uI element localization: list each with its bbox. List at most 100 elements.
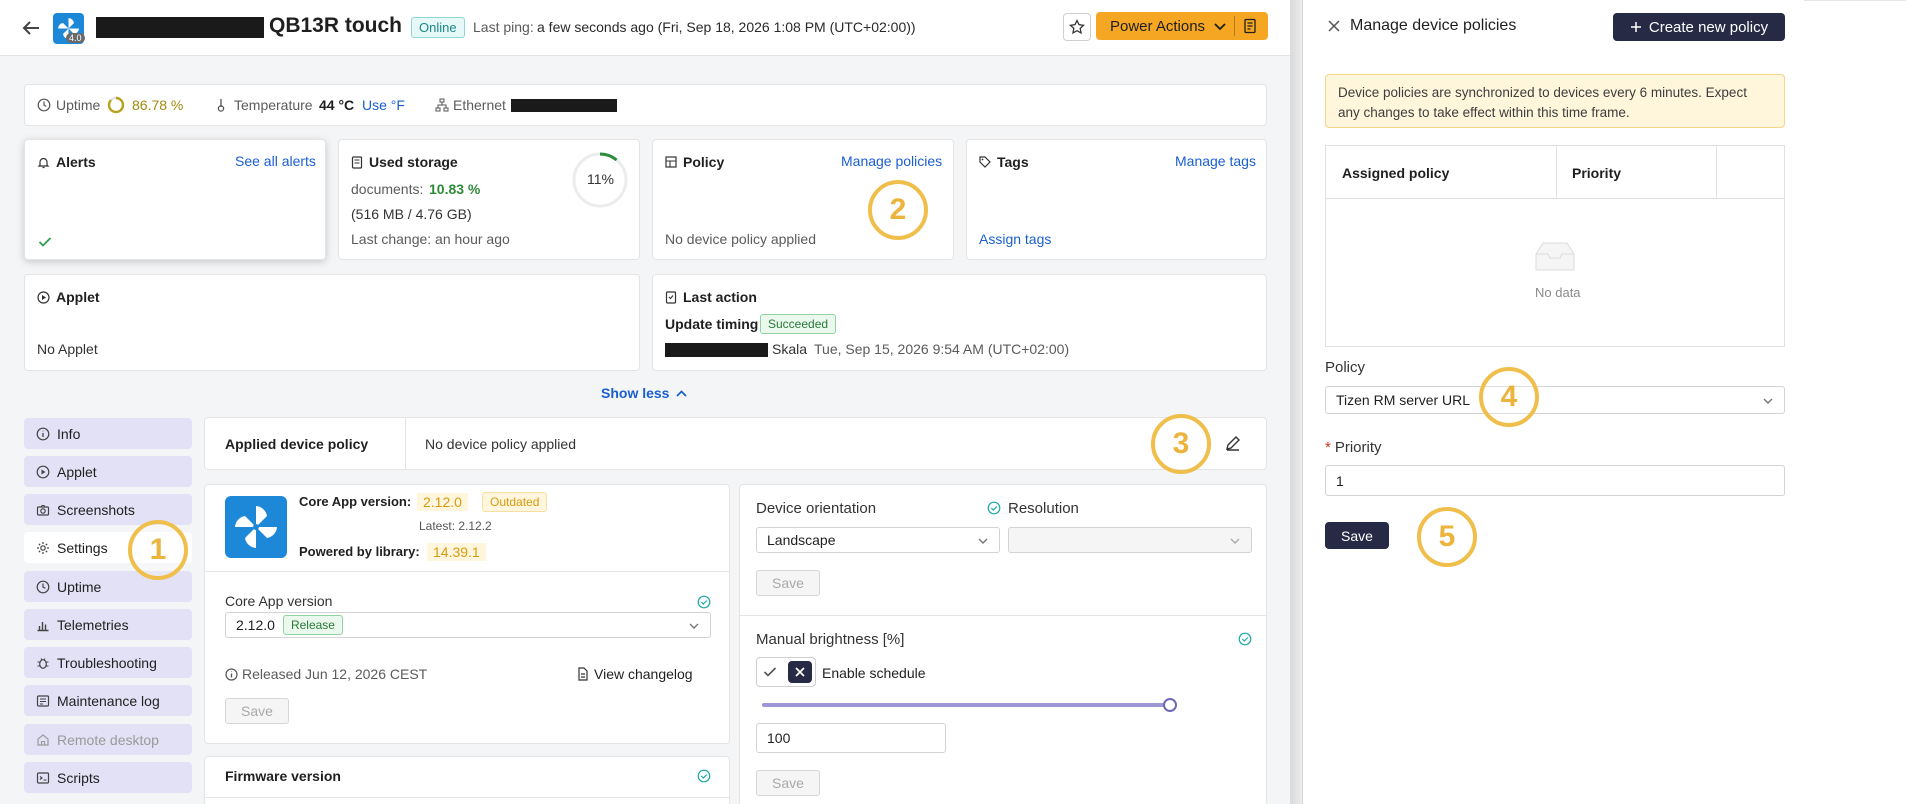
- camera-icon: [36, 503, 50, 517]
- back-arrow-icon[interactable]: [20, 17, 42, 39]
- app-root: 4.0 QB13R touch Online Last ping: a few …: [0, 0, 1906, 804]
- redacted-device-prefix: [96, 17, 264, 38]
- sidebar-item-troubleshooting[interactable]: Troubleshooting: [24, 647, 192, 678]
- sidebar-item-info[interactable]: Info: [24, 418, 192, 449]
- redacted-user: [665, 343, 768, 357]
- last-action-name: Update timing: [665, 316, 759, 332]
- schedule-toggle[interactable]: [756, 657, 816, 687]
- applet-card: Applet No Applet: [24, 274, 640, 371]
- temperature-label: Temperature: [234, 97, 313, 113]
- sidebar-item-applet[interactable]: Applet: [24, 456, 192, 487]
- panel-title: Manage device policies: [1350, 17, 1517, 34]
- bar-chart-icon: [36, 618, 50, 632]
- device-header: 4.0 QB13R touch Online Last ping: a few …: [0, 0, 1290, 56]
- sidebar-item-maintenance-log[interactable]: Maintenance log: [24, 685, 192, 716]
- temperature-value: 44 °C: [319, 97, 355, 113]
- favorite-button[interactable]: [1063, 13, 1091, 41]
- tag-icon: [979, 156, 991, 168]
- clock-icon: [36, 580, 50, 594]
- core-app-card: Core App version: 2.12.0 Outdated Latest…: [204, 484, 730, 744]
- script-icon: [36, 771, 50, 785]
- policy-none-text: No device policy applied: [665, 231, 816, 247]
- resolution-select[interactable]: [1008, 527, 1252, 553]
- create-new-policy-label: Create new policy: [1648, 18, 1769, 36]
- create-new-policy-button[interactable]: Create new policy: [1613, 13, 1785, 41]
- panel-overlay-shadow: [1290, 0, 1302, 804]
- applied-policy-row: Applied device policy No device policy a…: [204, 417, 1267, 470]
- use-fahrenheit-link[interactable]: Use °F: [362, 97, 405, 113]
- check-icon: [763, 667, 777, 677]
- orientation-select[interactable]: Landscape: [756, 527, 1000, 553]
- core-app-version-value: 2.12.0: [417, 493, 468, 511]
- brightness-slider-track[interactable]: [762, 698, 1177, 712]
- show-less-toggle[interactable]: Show less: [601, 385, 688, 401]
- brightness-slider-handle[interactable]: [1163, 698, 1177, 712]
- table-header: Assigned policy Priority: [1326, 146, 1784, 199]
- orientation-label: Device orientation: [756, 500, 877, 517]
- core-app-logo: [225, 496, 287, 558]
- uptime-label: Uptime: [56, 97, 101, 113]
- sidebar-item-remote-desktop[interactable]: Remote desktop: [24, 724, 192, 755]
- divider: [205, 797, 729, 798]
- priority-input[interactable]: 1: [1325, 465, 1785, 496]
- star-icon: [1069, 19, 1085, 35]
- brightness-slider-fill: [762, 703, 1170, 707]
- succeeded-badge: Succeeded: [760, 314, 837, 334]
- check-icon: [38, 237, 52, 247]
- close-icon[interactable]: [1327, 19, 1341, 33]
- assign-tags-link[interactable]: Assign tags: [979, 231, 1051, 247]
- last-ping-label: Last ping:: [473, 19, 534, 35]
- priority-value: 1: [1336, 472, 1344, 489]
- power-actions-button[interactable]: Power Actions: [1096, 12, 1268, 40]
- empty-inbox-icon: [1535, 242, 1575, 271]
- core-app-version-select[interactable]: 2.12.0 Release: [225, 612, 711, 638]
- chevron-up-icon: [676, 389, 688, 397]
- view-changelog-label: View changelog: [594, 666, 693, 682]
- annotation-badge-5: 5: [1417, 507, 1477, 567]
- column-priority: Priority: [1572, 165, 1622, 181]
- priority-field-label: Priority: [1334, 439, 1382, 456]
- clock-icon: [37, 98, 51, 112]
- panel-save-button[interactable]: Save: [1325, 522, 1389, 549]
- display-settings-card: Device orientation Resolution Landscape …: [739, 484, 1267, 804]
- device-info-bar: Uptime 86.78 % Temperature 44 °C Use °F …: [24, 84, 1267, 126]
- close-icon: [788, 661, 812, 683]
- sync-notice: Device policies are synchronized to devi…: [1325, 74, 1785, 128]
- bell-icon: [37, 157, 50, 168]
- policy-field-label: Policy: [1325, 359, 1366, 376]
- chevron-down-icon: [1230, 538, 1240, 544]
- no-applet-text: No Applet: [37, 341, 98, 357]
- edit-pencil-icon[interactable]: [1224, 434, 1242, 452]
- see-all-alerts-link[interactable]: See all alerts: [235, 153, 316, 169]
- sidebar-item-label: Screenshots: [57, 501, 135, 518]
- thermometer-icon: [217, 99, 225, 112]
- empty-state-text: No data: [1535, 285, 1581, 300]
- play-circle-icon: [36, 465, 50, 479]
- resolution-label: Resolution: [1008, 500, 1079, 517]
- chevron-down-icon: [1763, 398, 1773, 404]
- assigned-policies-table: Assigned policy Priority No data: [1325, 145, 1785, 347]
- redacted-ip: [511, 99, 617, 112]
- manage-policies-link[interactable]: Manage policies: [841, 153, 942, 169]
- firmware-card: Firmware version: [204, 756, 730, 804]
- priority-field-label-wrap: * Priority: [1325, 439, 1382, 456]
- orientation-save-button[interactable]: Save: [756, 570, 820, 596]
- policy-icon: [665, 156, 677, 168]
- sidebar-item-label: Troubleshooting: [57, 654, 157, 671]
- manage-tags-link[interactable]: Manage tags: [1175, 153, 1256, 169]
- brightness-input[interactable]: 100: [756, 723, 946, 753]
- device-name: QB13R touch: [269, 14, 403, 37]
- policy-select[interactable]: Tizen RM server URL: [1325, 386, 1785, 414]
- release-badge: Release: [282, 615, 343, 635]
- verified-check-icon: [697, 595, 711, 609]
- brightness-save-button[interactable]: Save: [756, 770, 820, 796]
- last-action-user: Skala: [772, 341, 808, 357]
- view-changelog-link[interactable]: View changelog: [577, 666, 693, 682]
- storage-ring-percent: 11%: [587, 171, 614, 187]
- verified-check-icon: [697, 769, 711, 783]
- info-icon: [36, 427, 50, 441]
- sidebar-item-telemetries[interactable]: Telemetries: [24, 609, 192, 640]
- sidebar-item-scripts[interactable]: Scripts: [24, 762, 192, 793]
- core-app-save-button[interactable]: Save: [225, 698, 289, 724]
- documents-value: 10.83 %: [429, 181, 481, 197]
